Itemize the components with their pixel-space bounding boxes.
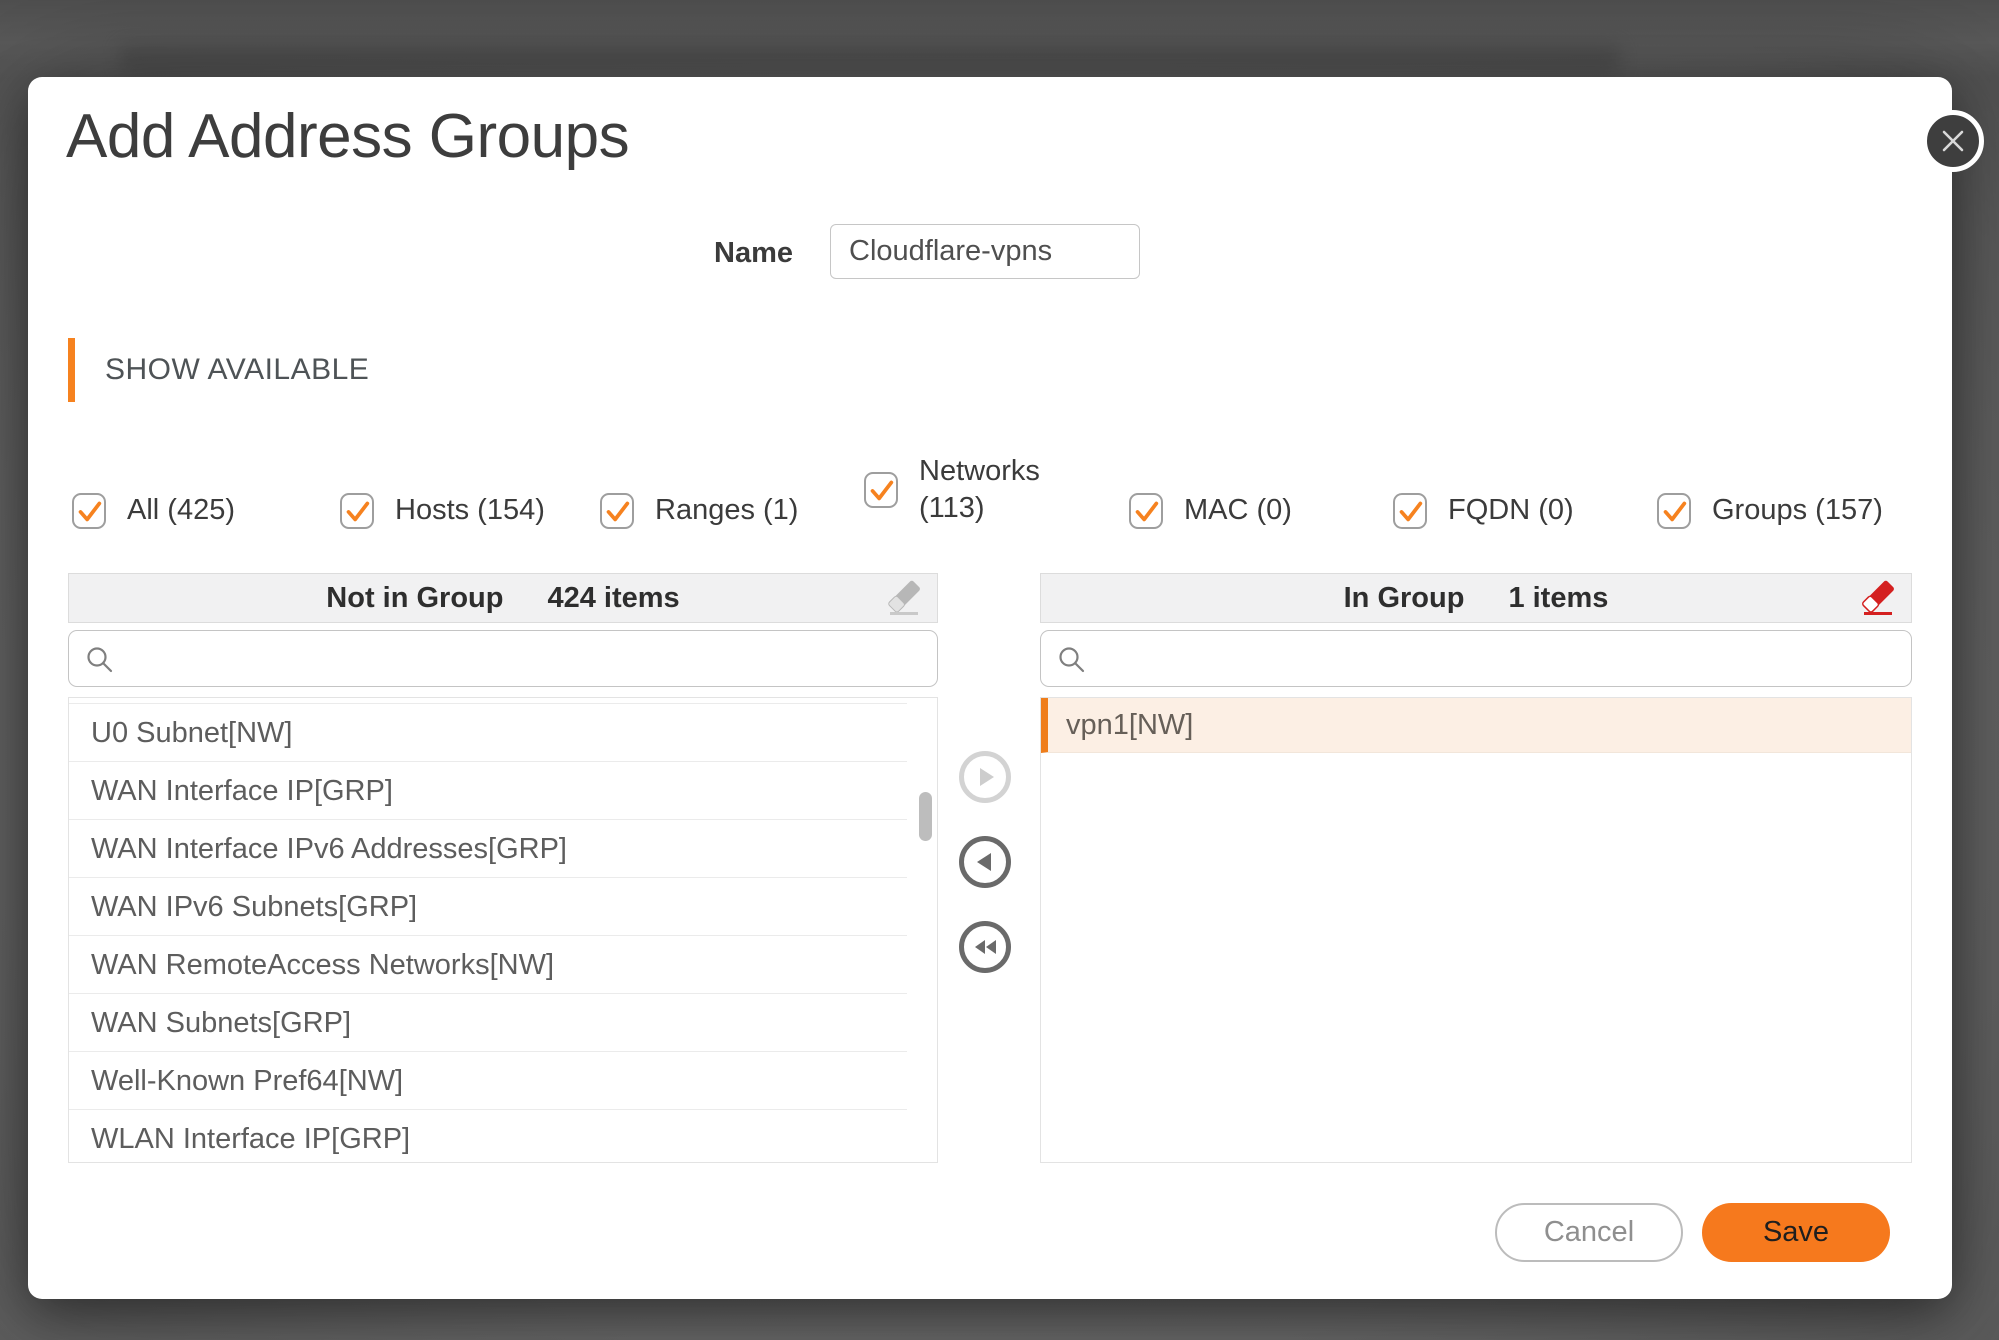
- list-item-selected[interactable]: vpn1[NW]: [1041, 698, 1911, 753]
- name-input[interactable]: [830, 224, 1140, 279]
- cancel-button[interactable]: Cancel: [1495, 1203, 1683, 1262]
- filter-fqdn[interactable]: FQDN (0): [1393, 492, 1574, 529]
- check-icon: [602, 495, 632, 527]
- left-list-scrollbar-thumb[interactable]: [919, 792, 932, 841]
- save-button[interactable]: Save: [1702, 1203, 1890, 1262]
- not-in-group-list: U0 Subnet[NW] WAN Interface IP[GRP] WAN …: [68, 697, 938, 1163]
- in-group-searchbox: [1040, 630, 1912, 687]
- not-in-group-searchbox: [68, 630, 938, 687]
- filter-label: Ranges (1): [655, 492, 798, 529]
- eraser-red-icon: [1858, 579, 1898, 619]
- filter-ranges-checkbox[interactable]: [600, 493, 634, 529]
- list-item[interactable]: WAN RemoteAccess Networks[NW]: [69, 936, 907, 994]
- filter-groups[interactable]: Groups (157): [1657, 492, 1883, 529]
- in-group-header: In Group 1 items: [1040, 573, 1912, 623]
- search-input-right[interactable]: [1097, 631, 1903, 686]
- arrow-right-icon: [971, 763, 999, 791]
- filter-networks-checkbox[interactable]: [864, 472, 898, 508]
- filter-label: Networks (113): [919, 453, 1054, 527]
- in-group-panel: In Group 1 items vpn1[NW]: [1040, 573, 1912, 1163]
- filter-fqdn-checkbox[interactable]: [1393, 493, 1427, 529]
- filter-groups-checkbox[interactable]: [1657, 493, 1691, 529]
- filter-label: MAC (0): [1184, 492, 1292, 529]
- filter-mac-checkbox[interactable]: [1129, 493, 1163, 529]
- close-button[interactable]: [1922, 110, 1984, 172]
- filter-networks[interactable]: Networks (113): [864, 448, 1054, 532]
- check-icon: [342, 495, 372, 527]
- not-in-group-panel: Not in Group 424 items U0 Subne: [68, 573, 938, 1163]
- filter-hosts[interactable]: Hosts (154): [340, 492, 545, 529]
- in-group-list: vpn1[NW]: [1040, 697, 1912, 1163]
- list-item[interactable]: U0 Subnet[NW]: [69, 704, 907, 762]
- move-right-button[interactable]: [959, 751, 1011, 803]
- panel-item-count: 424 items: [547, 582, 679, 615]
- move-left-button[interactable]: [959, 836, 1011, 888]
- panel-title: In Group: [1344, 582, 1465, 615]
- dimmed-toolbar-silhouette: [120, 46, 1620, 72]
- add-address-groups-dialog: Add Address Groups Name SHOW AVAILABLE A…: [28, 77, 1952, 1299]
- check-icon: [1395, 495, 1425, 527]
- search-input-left[interactable]: [125, 631, 929, 686]
- list-item[interactable]: WLAN Interface IP[GRP]: [69, 1110, 907, 1163]
- show-available-section: SHOW AVAILABLE: [68, 338, 369, 402]
- filter-label: Groups (157): [1712, 492, 1883, 529]
- list-item[interactable]: WAN Interface IP[GRP]: [69, 762, 907, 820]
- filter-all-checkbox[interactable]: [72, 493, 106, 529]
- panel-item-count: 1 items: [1508, 582, 1608, 615]
- filter-label: FQDN (0): [1448, 492, 1574, 529]
- check-icon: [866, 474, 896, 506]
- filter-hosts-checkbox[interactable]: [340, 493, 374, 529]
- eraser-icon: [884, 579, 924, 619]
- filter-ranges[interactable]: Ranges (1): [600, 492, 798, 529]
- move-all-left-button[interactable]: [959, 921, 1011, 973]
- filter-label: Hosts (154): [395, 492, 545, 529]
- double-arrow-left-icon: [971, 933, 999, 961]
- list-item[interactable]: WAN IPv6 Subnets[GRP]: [69, 878, 907, 936]
- list-item[interactable]: WAN Interface IPv6 Addresses[GRP]: [69, 820, 907, 878]
- name-label: Name: [588, 237, 793, 270]
- section-accent-bar: [68, 338, 75, 402]
- check-icon: [74, 495, 104, 527]
- section-title: SHOW AVAILABLE: [105, 353, 369, 387]
- dialog-title: Add Address Groups: [66, 104, 629, 170]
- list-item[interactable]: WAN Subnets[GRP]: [69, 994, 907, 1052]
- filter-label: All (425): [127, 492, 235, 529]
- close-icon: [1940, 128, 1966, 154]
- list-item[interactable]: Well-Known Pref64[NW]: [69, 1052, 907, 1110]
- clear-search-left-button[interactable]: [883, 578, 925, 620]
- search-icon: [85, 645, 115, 675]
- panel-title: Not in Group: [326, 582, 503, 615]
- not-in-group-header: Not in Group 424 items: [68, 573, 938, 623]
- check-icon: [1659, 495, 1689, 527]
- check-icon: [1131, 495, 1161, 527]
- filter-mac[interactable]: MAC (0): [1129, 492, 1292, 529]
- arrow-left-icon: [971, 848, 999, 876]
- search-icon: [1057, 645, 1087, 675]
- filter-all[interactable]: All (425): [72, 492, 235, 529]
- clear-search-right-button[interactable]: [1857, 578, 1899, 620]
